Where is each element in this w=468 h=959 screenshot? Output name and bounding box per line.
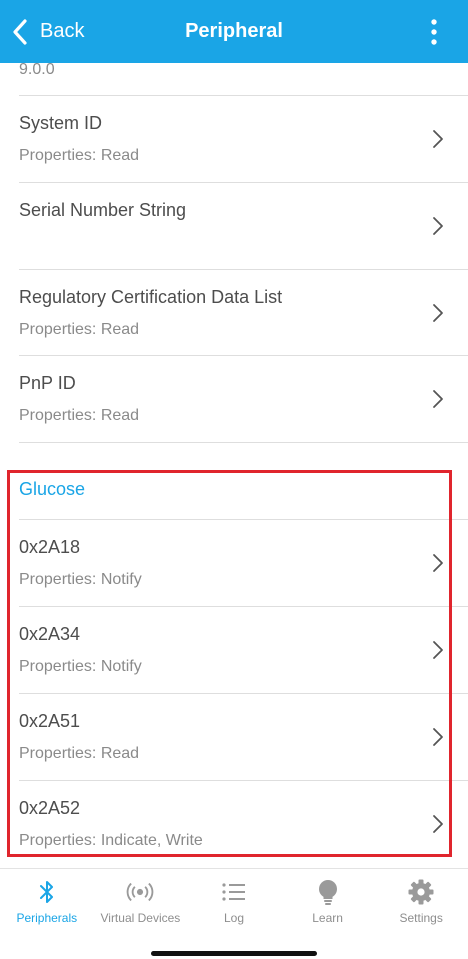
characteristic-title: 0x2A51: [19, 711, 81, 731]
tab-peripherals[interactable]: Peripherals: [0, 869, 94, 929]
tab-label: Learn: [312, 911, 343, 925]
characteristic-title: PnP ID: [19, 373, 76, 393]
more-options-button[interactable]: [422, 0, 446, 63]
tab-label: Peripherals: [16, 911, 78, 925]
characteristics-list[interactable]: 9.0.0 System ID Properties: Read Serial …: [0, 63, 468, 868]
characteristic-row-serial-number[interactable]: Serial Number String: [0, 182, 468, 269]
row-divider: [19, 519, 468, 520]
characteristic-row-regulatory[interactable]: Regulatory Certification Data List Prope…: [0, 269, 468, 356]
navigation-bar: Back Peripheral: [0, 0, 468, 63]
bluetooth-icon: [33, 879, 61, 905]
characteristic-title: 0x2A52: [19, 798, 81, 818]
back-label: Back: [40, 20, 85, 42]
row-divider: [19, 693, 468, 694]
characteristic-title: Serial Number String: [19, 200, 187, 220]
chevron-right-icon: [433, 390, 443, 408]
tab-learn[interactable]: Learn: [281, 869, 375, 929]
gear-icon: [407, 879, 435, 905]
tab-label: Virtual Devices: [100, 911, 181, 925]
tab-label: Log: [223, 911, 244, 925]
list-icon: [220, 879, 248, 905]
characteristic-properties: Properties: Read: [19, 745, 140, 762]
characteristic-properties: Properties: Notify: [19, 658, 142, 675]
characteristic-row-0x2a51[interactable]: 0x2A51 Properties: Read: [0, 693, 468, 780]
characteristic-row-pnp-id[interactable]: PnP ID Properties: Read: [0, 355, 468, 442]
tab-virtual-devices[interactable]: Virtual Devices: [94, 869, 188, 929]
lightbulb-icon: [314, 879, 342, 905]
tab-bar: Peripherals Virtual Devices Log Learn Se…: [0, 868, 468, 959]
more-vertical-icon: [431, 18, 437, 45]
tab-settings[interactable]: Settings: [374, 869, 468, 929]
characteristic-title: 0x2A18: [19, 537, 81, 557]
characteristic-row-0x2a18[interactable]: 0x2A18 Properties: Notify: [0, 519, 468, 606]
characteristic-title: System ID: [19, 113, 103, 133]
chevron-right-icon: [433, 815, 443, 833]
home-indicator[interactable]: [151, 951, 317, 956]
section-divider: [19, 442, 468, 443]
service-title-glucose: Glucose: [19, 479, 86, 499]
characteristic-properties: Properties: Notify: [19, 571, 142, 588]
chevron-right-icon: [433, 728, 443, 746]
row-divider: [19, 95, 468, 96]
row-divider: [19, 606, 468, 607]
row-divider: [19, 182, 468, 183]
row-divider: [19, 355, 468, 356]
chevron-right-icon: [433, 130, 443, 148]
chevron-right-icon: [433, 217, 443, 235]
row-divider: [19, 780, 468, 781]
firmware-version-value: 9.0.0: [19, 63, 55, 78]
row-divider: [19, 269, 468, 270]
characteristic-row-0x2a52[interactable]: 0x2A52 Properties: Indicate, Write: [0, 780, 468, 867]
broadcast-icon: [126, 879, 154, 905]
characteristic-properties: Properties: Read: [19, 147, 140, 164]
characteristic-properties: Properties: Indicate, Write: [19, 832, 203, 849]
characteristic-title: Regulatory Certification Data List: [19, 287, 283, 307]
characteristic-row-system-id[interactable]: System ID Properties: Read: [0, 95, 468, 182]
characteristic-row-0x2a34[interactable]: 0x2A34 Properties: Notify: [0, 606, 468, 693]
chevron-right-icon: [433, 641, 443, 659]
back-button[interactable]: Back: [10, 0, 84, 63]
characteristic-title: 0x2A34: [19, 624, 81, 644]
chevron-right-icon: [433, 554, 443, 572]
tab-label: Settings: [399, 911, 443, 925]
characteristic-properties: Properties: Read: [19, 321, 140, 338]
tab-log[interactable]: Log: [187, 869, 281, 929]
chevron-left-icon: [13, 18, 27, 45]
chevron-right-icon: [433, 304, 443, 322]
characteristic-properties: Properties: Read: [19, 407, 140, 424]
